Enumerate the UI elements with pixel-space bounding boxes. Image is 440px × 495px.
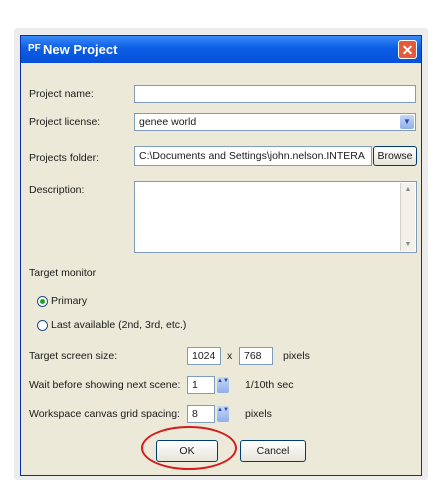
- primary-radio-label[interactable]: Primary: [51, 295, 87, 307]
- primary-radio[interactable]: [37, 296, 48, 307]
- description-scrollbar[interactable]: ▲ ▼: [400, 183, 415, 251]
- app-icon: PF: [28, 43, 41, 54]
- screen-height-input[interactable]: 768: [239, 347, 273, 365]
- project-name-input[interactable]: [134, 85, 416, 103]
- chevron-down-icon[interactable]: ▼: [400, 115, 414, 129]
- grid-spacing-label: Workspace canvas grid spacing:: [29, 408, 180, 420]
- wait-input[interactable]: 1: [187, 376, 215, 394]
- project-license-label: Project license:: [29, 116, 101, 128]
- projects-folder-input[interactable]: C:\Documents and Settings\john.nelson.IN…: [134, 146, 372, 166]
- new-project-dialog: PF New Project ✕ Project name: Project l…: [20, 35, 422, 476]
- description-label: Description:: [29, 184, 85, 196]
- wait-unit: 1/10th sec: [245, 379, 294, 391]
- title-bar[interactable]: PF New Project ✕: [21, 36, 421, 63]
- project-license-value: genee world: [139, 116, 197, 128]
- browse-button[interactable]: Browse: [373, 146, 417, 166]
- dialog-title: New Project: [43, 42, 118, 57]
- ok-highlight-circle: [141, 426, 237, 470]
- project-license-select[interactable]: genee world ▼: [134, 113, 416, 131]
- grid-spacing-unit: pixels: [245, 408, 272, 420]
- scroll-up-icon[interactable]: ▲: [401, 183, 415, 196]
- projects-folder-label: Projects folder:: [29, 152, 100, 164]
- size-separator: x: [227, 350, 233, 362]
- scroll-down-icon[interactable]: ▼: [401, 238, 415, 251]
- close-icon: ✕: [401, 42, 414, 58]
- grid-spinner-icon[interactable]: ▲▼: [217, 406, 229, 422]
- wait-before-next-scene-label: Wait before showing next scene:: [29, 379, 181, 391]
- description-textarea[interactable]: ▲ ▼: [134, 181, 417, 253]
- target-screen-size-label: Target screen size:: [29, 350, 118, 362]
- wait-spinner-icon[interactable]: ▲▼: [217, 377, 229, 393]
- target-monitor-label: Target monitor: [29, 267, 97, 279]
- screen-size-unit: pixels: [283, 350, 310, 362]
- cancel-button[interactable]: Cancel: [240, 440, 306, 462]
- last-available-radio-label[interactable]: Last available (2nd, 3rd, etc.): [51, 319, 186, 331]
- close-button[interactable]: ✕: [398, 40, 417, 59]
- grid-spacing-input[interactable]: 8: [187, 405, 215, 423]
- last-available-radio[interactable]: [37, 320, 48, 331]
- screen-width-input[interactable]: 1024: [187, 347, 221, 365]
- project-name-label: Project name:: [29, 88, 94, 100]
